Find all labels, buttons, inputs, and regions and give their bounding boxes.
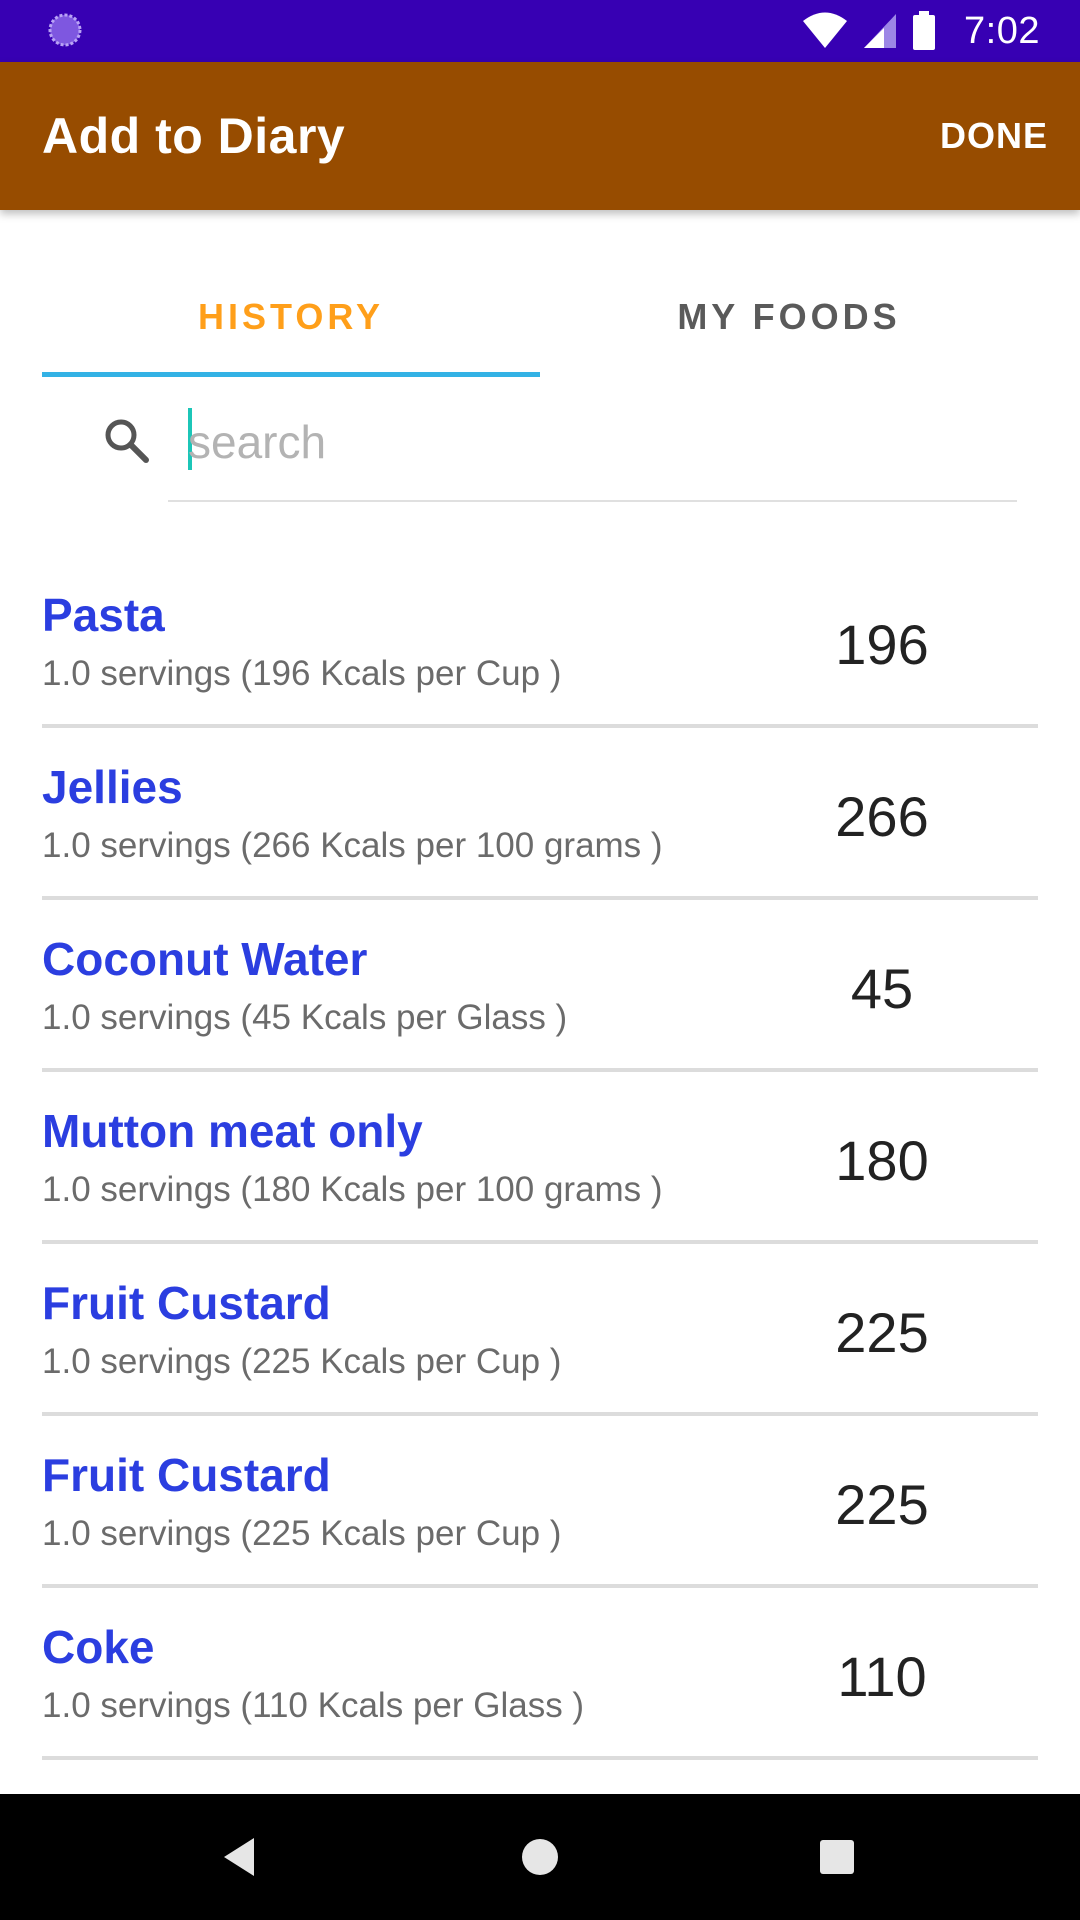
home-icon[interactable]: [513, 1830, 567, 1884]
food-serving-detail: 1.0 servings (45 Kcals per Glass ): [42, 998, 568, 1037]
app-indicator-icon: [48, 13, 82, 47]
food-kcal-value: 45: [850, 957, 914, 1020]
food-serving-detail: 1.0 servings (225 Kcals per Cup ): [42, 1342, 562, 1381]
food-list: Pasta 1.0 servings (196 Kcals per Cup ) 19…: [42, 556, 1038, 1760]
list-item[interactable]: Jellies 1.0 servings (266 Kcals per 100 g…: [42, 728, 1038, 900]
food-serving-detail: 1.0 servings (110 Kcals per Glass ): [42, 1686, 585, 1725]
search-field: [168, 400, 1017, 502]
status-icons: 7:02: [802, 0, 1040, 62]
food-serving-detail: 1.0 servings (196 Kcals per Cup ): [42, 654, 562, 693]
tab-history-label: HISTORY: [197, 296, 385, 337]
done-button[interactable]: DONE: [940, 62, 1048, 210]
list-item[interactable]: Coconut Water 1.0 servings (45 Kcals per …: [42, 900, 1038, 1072]
tab-bar: HISTORY MY FOODS: [42, 270, 1038, 378]
list-item[interactable]: Pasta 1.0 servings (196 Kcals per Cup ) 19…: [42, 556, 1038, 728]
page-title: Add to Diary: [42, 108, 346, 164]
status-bar: 7:02: [0, 0, 1080, 62]
food-name: Fruit Custard: [42, 1277, 331, 1329]
search-icon: [105, 419, 149, 463]
app-bar: Add to Diary DONE: [0, 62, 1080, 210]
food-kcal-value: 196: [835, 613, 929, 676]
list-item[interactable]: Fruit Custard 1.0 servings (225 Kcals per…: [42, 1416, 1038, 1588]
tab-my-foods[interactable]: MY FOODS: [540, 270, 1038, 378]
list-item[interactable]: Fruit Custard 1.0 servings (225 Kcals per…: [42, 1244, 1038, 1416]
list-item[interactable]: Mutton meat only 1.0 servings (180 Kcals …: [42, 1072, 1038, 1244]
navigation-bar: [0, 1794, 1080, 1920]
food-name: Coconut Water: [42, 933, 368, 985]
food-serving-detail: 1.0 servings (225 Kcals per Cup ): [42, 1514, 562, 1553]
search-input[interactable]: [188, 400, 1008, 484]
food-name: Coke: [42, 1621, 155, 1673]
food-name: Mutton meat only: [42, 1105, 423, 1157]
food-serving-detail: 1.0 servings (180 Kcals per 100 grams ): [42, 1170, 663, 1209]
wifi-icon: [803, 12, 848, 48]
status-time: 7:02: [964, 9, 1040, 52]
recents-icon[interactable]: [810, 1830, 864, 1884]
food-kcal-value: 225: [835, 1473, 929, 1536]
food-name: Jellies: [42, 761, 183, 813]
food-kcal-value: 110: [837, 1645, 927, 1708]
tab-indicator: [42, 372, 540, 377]
signal-icon: [864, 14, 897, 48]
food-kcal-value: 180: [835, 1129, 929, 1192]
food-name: Pasta: [42, 589, 165, 641]
food-serving-detail: 1.0 servings (266 Kcals per 100 grams ): [42, 826, 663, 865]
food-kcal-value: 225: [835, 1301, 929, 1364]
back-icon[interactable]: [214, 1830, 268, 1884]
tab-my-foods-label: MY FOODS: [677, 296, 901, 337]
food-kcal-value: 266: [835, 785, 929, 848]
food-name: Fruit Custard: [42, 1449, 331, 1501]
battery-icon: [913, 11, 936, 50]
list-item[interactable]: Coke 1.0 servings (110 Kcals per Glass ) 1…: [42, 1588, 1038, 1760]
tab-history[interactable]: HISTORY: [42, 270, 540, 378]
